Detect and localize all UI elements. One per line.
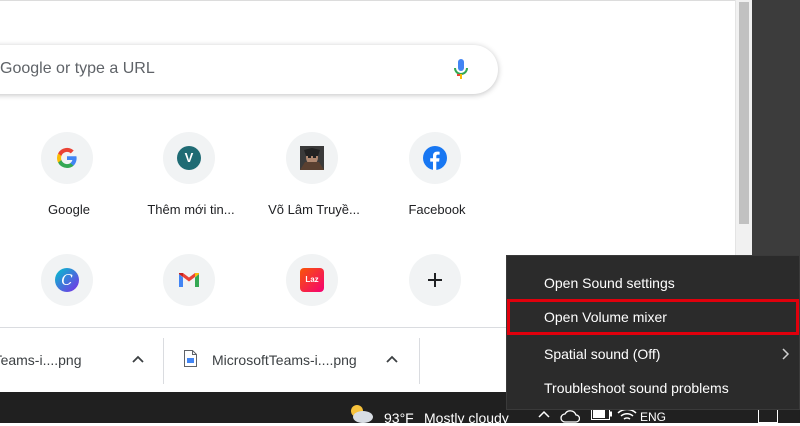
v-letter-icon: V bbox=[177, 146, 201, 170]
lazada-icon: Laz bbox=[300, 268, 324, 292]
download-filename: MicrosoftTeams-i....png bbox=[212, 352, 357, 368]
shortcut-icon-container: V bbox=[163, 132, 215, 184]
game-avatar-icon bbox=[300, 146, 324, 170]
shortcut-icon-container: C bbox=[41, 254, 93, 306]
shortcut-icon-container bbox=[409, 254, 461, 306]
shortcut-icon-container: Laz bbox=[286, 254, 338, 306]
facebook-icon bbox=[423, 146, 447, 170]
menu-item-label: Open Sound settings bbox=[544, 275, 675, 291]
chevron-up-icon[interactable] bbox=[386, 355, 398, 363]
shortcut-icon-container bbox=[409, 132, 461, 184]
shortcut-tile-google[interactable]: Google bbox=[13, 132, 125, 242]
search-input[interactable]: Google or type a URL bbox=[0, 60, 155, 78]
chevron-up-icon[interactable] bbox=[132, 355, 144, 363]
cloud-icon[interactable] bbox=[560, 409, 580, 423]
shortcut-icon-container bbox=[163, 254, 215, 306]
gmail-icon bbox=[179, 273, 199, 287]
menu-item-label: Open Volume mixer bbox=[544, 309, 667, 325]
notification-icon[interactable] bbox=[758, 408, 778, 423]
shortcut-icon-container bbox=[41, 132, 93, 184]
scrollbar-thumb[interactable] bbox=[739, 2, 749, 224]
download-divider bbox=[419, 338, 420, 384]
menu-item-label: Troubleshoot sound problems bbox=[544, 380, 729, 396]
add-shortcut-icon bbox=[428, 273, 442, 287]
shortcut-label: Google bbox=[48, 202, 90, 217]
menu-item-open-volume-mixer[interactable]: Open Volume mixer bbox=[507, 299, 799, 335]
shortcut-icon-container bbox=[286, 132, 338, 184]
google-icon bbox=[56, 147, 77, 169]
microphone-icon[interactable] bbox=[454, 59, 468, 81]
menu-item-spatial-sound[interactable]: Spatial sound (Off) bbox=[507, 337, 799, 371]
shortcut-tile-vo-lam[interactable]: Võ Lâm Truyề... bbox=[258, 132, 370, 242]
search-box[interactable]: Google or type a URL bbox=[0, 45, 498, 94]
shortcut-label: Võ Lâm Truyề... bbox=[268, 202, 360, 217]
chevron-right-icon bbox=[782, 348, 790, 360]
shortcut-tile-v[interactable]: V Thêm mới tin... bbox=[135, 132, 247, 242]
file-icon bbox=[184, 350, 197, 367]
language-indicator[interactable]: ENG bbox=[640, 410, 666, 424]
download-filename: oftTeams-i....png bbox=[0, 352, 82, 368]
download-item[interactable]: MicrosoftTeams-i....png bbox=[164, 328, 419, 392]
menu-item-troubleshoot-sound[interactable]: Troubleshoot sound problems bbox=[507, 371, 799, 405]
menu-item-open-sound-settings[interactable]: Open Sound settings bbox=[507, 266, 799, 300]
weather-temperature[interactable]: 93°F bbox=[384, 410, 414, 426]
sound-context-menu: Open Sound settings Open Volume mixer Sp… bbox=[506, 255, 800, 410]
weather-cloudy-icon[interactable] bbox=[348, 402, 374, 423]
shortcut-tile-facebook[interactable]: Facebook bbox=[381, 132, 493, 242]
menu-item-label: Spatial sound (Off) bbox=[544, 346, 661, 362]
canva-icon: C bbox=[55, 268, 79, 292]
chevron-up-icon[interactable] bbox=[538, 410, 550, 418]
shortcut-label: Thêm mới tin... bbox=[147, 202, 235, 217]
weather-condition[interactable]: Mostly cloudy bbox=[424, 410, 509, 426]
browser-top-edge bbox=[0, 0, 752, 1]
download-item[interactable]: oftTeams-i....png bbox=[0, 328, 163, 392]
shortcut-label: Facebook bbox=[408, 202, 466, 217]
